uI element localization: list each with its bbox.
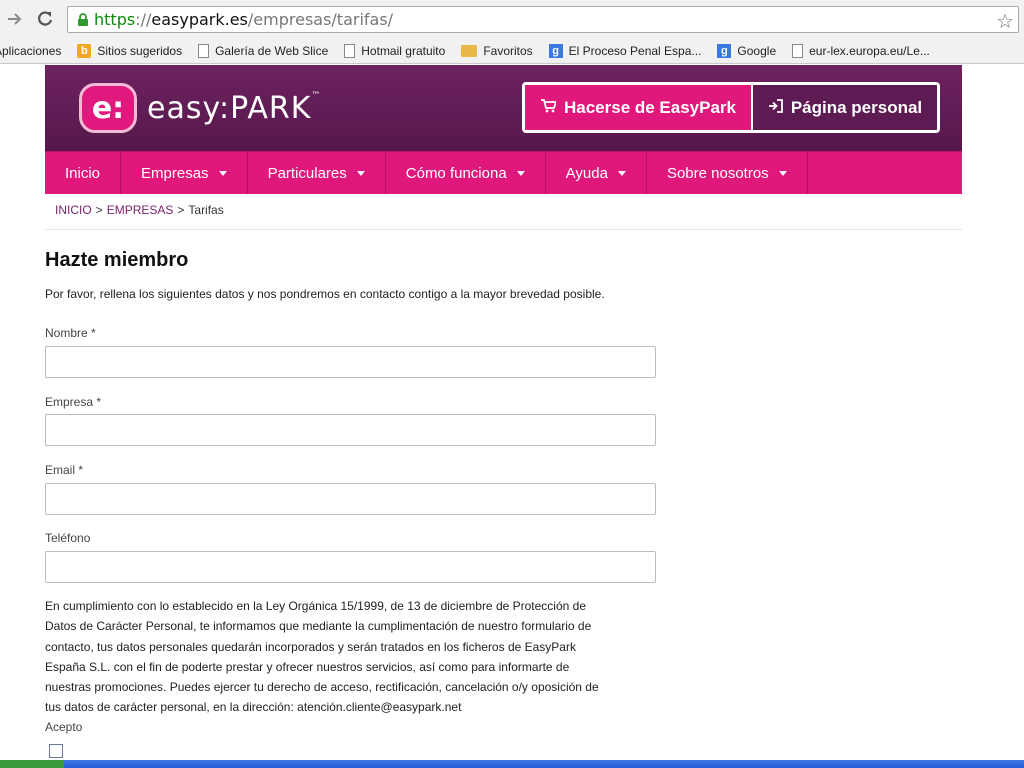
privacy-notice-line: Datos de Carácter Personal, te informamo… [45,619,592,634]
page-icon [344,43,356,58]
telefono-input[interactable] [45,551,656,583]
bing-icon: b [77,43,92,58]
lock-icon [74,10,92,30]
bookmark-label: Hotmail gratuito [361,43,446,58]
main-nav: Inicio Empresas Particulares Cómo funcio… [45,151,962,194]
logo-wordmark: easy:PARK™ [147,91,321,126]
telefono-label: Teléfono [45,531,91,545]
nav-item-label: Empresas [141,164,209,182]
empresa-input[interactable] [45,414,656,446]
site-container: e: easy:PARK™ Hacerse de EasyPark Página… [45,65,962,758]
cart-icon [540,98,558,117]
site-header: e: easy:PARK™ Hacerse de EasyPark Página… [45,65,962,151]
caret-down-icon [516,170,525,176]
trademark-mark: ™ [311,90,322,101]
accept-checkbox[interactable] [49,744,63,758]
breadcrumb-separator: > [95,203,103,217]
form-intro: Por favor, rellena los siguientes datos … [45,287,605,301]
bookmark-label: eur-lex.europa.eu/Le... [809,43,930,58]
privacy-notice-line: España S.L. con el fin de poderte presta… [45,659,570,674]
personal-page-button[interactable]: Página personal [753,85,937,130]
bookmark-apps[interactable]: Aplicaciones [0,44,61,58]
header-actions: Hacerse de EasyPark Página personal [522,82,940,133]
breadcrumb-empresas-link[interactable]: EMPRESAS [107,203,174,217]
os-taskbar [0,760,1024,768]
address-bar[interactable]: https://easypark.es/empresas/tarifas/ ☆ [67,6,1019,33]
privacy-notice: En cumplimiento con lo establecido en la… [45,596,657,718]
bookmark-google[interactable]: g Google [717,43,777,58]
folder-icon [461,44,478,57]
breadcrumb-divider [45,229,962,230]
nav-item-empresas[interactable]: Empresas [121,152,248,194]
accept-label: Acepto [45,720,83,734]
logo-wordmark-text: easy:PARK [147,90,312,126]
nav-item-ayuda[interactable]: Ayuda [546,152,647,194]
bookmark-sitios-sugeridos[interactable]: b Sitios sugeridos [77,43,183,58]
nav-item-particulares[interactable]: Particulares [248,152,386,194]
nav-item-label: Sobre nosotros [666,164,769,182]
browser-toolbar: https://easypark.es/empresas/tarifas/ ☆ [0,0,1024,38]
google-icon: g [548,43,563,58]
bookmark-label: Google [737,43,777,58]
nav-item-label: Particulares [267,164,347,182]
page-icon [198,43,210,58]
caret-down-icon [778,170,787,176]
join-easypark-label: Hacerse de EasyPark [563,97,737,117]
breadcrumb-home-link[interactable]: INICIO [55,203,92,217]
bookmark-star-icon[interactable]: ☆ [996,9,1014,34]
join-easypark-button[interactable]: Hacerse de EasyPark [525,85,753,130]
email-label: Email * [45,463,84,477]
page-icon [792,43,804,58]
sign-in-icon [768,98,783,117]
privacy-notice-line: tus datos de carácter personal, en la di… [45,700,462,715]
bookmarks-bar: Aplicaciones b Sitios sugeridos Galería d… [0,38,1024,64]
easypark-logo[interactable]: e: easy:PARK™ [79,83,321,133]
personal-page-label: Página personal [790,97,923,117]
nav-item-como-funciona[interactable]: Cómo funciona [386,152,546,194]
google-icon: g [717,43,732,58]
bookmark-label: El Proceso Penal Espa... [568,43,702,58]
caret-down-icon [617,170,626,176]
privacy-notice-line: nuestras promociones. Puedes ejercer tu … [45,680,599,695]
bookmark-favoritos[interactable]: Favoritos [461,43,533,58]
bookmark-eur-lex[interactable]: eur-lex.europa.eu/Le... [792,43,930,58]
email-input[interactable] [45,483,656,515]
privacy-notice-line: En cumplimiento con lo establecido en la… [45,599,587,613]
bookmark-proceso-penal[interactable]: g El Proceso Penal Espa... [548,43,702,58]
bookmark-label: Aplicaciones [0,43,62,58]
forward-arrow-icon[interactable] [4,8,26,30]
nombre-input[interactable] [45,346,656,378]
bookmark-web-slice[interactable]: Galería de Web Slice [198,43,329,58]
nav-item-label: Inicio [65,164,101,182]
bookmark-label: Sitios sugeridos [97,43,183,58]
logo-badge: e: [79,83,137,133]
bookmark-label: Galería de Web Slice [215,43,329,58]
nombre-label: Nombre * [45,326,96,340]
page-title: Hazte miembro [45,249,189,271]
caret-down-icon [356,170,365,176]
bookmark-hotmail[interactable]: Hotmail gratuito [344,43,446,58]
empresa-label: Empresa * [45,395,102,409]
nav-item-label: Ayuda [565,164,608,182]
privacy-notice-line: contacto, tus datos personales quedarán … [45,639,576,654]
nav-item-inicio[interactable]: Inicio [45,152,122,194]
breadcrumb-current: Tarifas [188,203,224,217]
start-button[interactable] [0,760,64,768]
caret-down-icon [218,170,227,176]
nav-item-sobre-nosotros[interactable]: Sobre nosotros [647,152,808,194]
breadcrumb: INICIO > EMPRESAS > Tarifas [55,203,224,217]
bookmark-label: Favoritos [483,43,533,58]
breadcrumb-separator: > [177,203,185,217]
url-text: https://easypark.es/empresas/tarifas/ [94,10,394,29]
reload-icon[interactable] [34,8,56,30]
nav-item-label: Cómo funciona [405,164,507,182]
